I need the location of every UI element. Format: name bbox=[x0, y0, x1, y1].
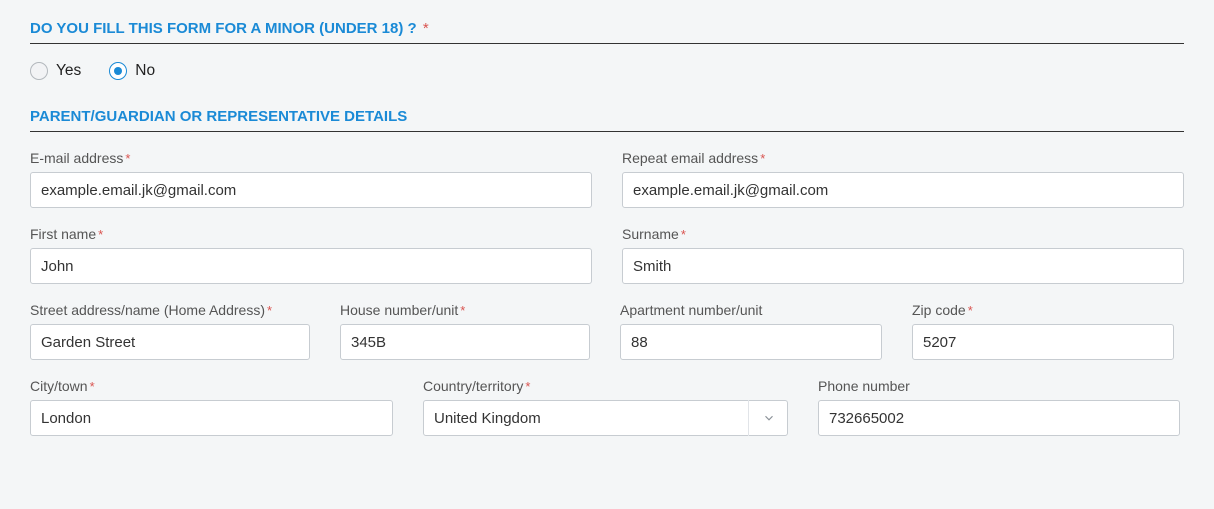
row-locale: City/town* Country/territory* United Kin… bbox=[30, 378, 1184, 436]
form-panel: DO YOU FILL THIS FORM FOR A MINOR (UNDER… bbox=[0, 0, 1214, 466]
select-country-wrap: United Kingdom bbox=[423, 400, 788, 436]
section-minor-header: DO YOU FILL THIS FORM FOR A MINOR (UNDER… bbox=[30, 20, 1184, 44]
required-mark: * bbox=[423, 20, 429, 37]
radio-no-circle bbox=[109, 62, 127, 80]
select-country[interactable]: United Kingdom bbox=[423, 400, 788, 436]
section-minor-title: DO YOU FILL THIS FORM FOR A MINOR (UNDER… bbox=[30, 20, 417, 37]
field-email: E-mail address* bbox=[30, 150, 592, 208]
field-email-repeat: Repeat email address* bbox=[622, 150, 1184, 208]
label-phone: Phone number bbox=[818, 378, 1180, 394]
input-city[interactable] bbox=[30, 400, 393, 436]
input-zip[interactable] bbox=[912, 324, 1174, 360]
field-apartment: Apartment number/unit bbox=[620, 302, 882, 360]
field-city: City/town* bbox=[30, 378, 393, 436]
label-city: City/town* bbox=[30, 378, 393, 394]
row-address: Street address/name (Home Address)* Hous… bbox=[30, 302, 1184, 360]
input-surname[interactable] bbox=[622, 248, 1184, 284]
field-zip: Zip code* bbox=[912, 302, 1174, 360]
field-street: Street address/name (Home Address)* bbox=[30, 302, 310, 360]
input-house[interactable] bbox=[340, 324, 590, 360]
label-country: Country/territory* bbox=[423, 378, 788, 394]
label-surname: Surname* bbox=[622, 226, 1184, 242]
input-street[interactable] bbox=[30, 324, 310, 360]
radio-yes[interactable]: Yes bbox=[30, 62, 81, 80]
label-first-name: First name* bbox=[30, 226, 592, 242]
form-grid: E-mail address* Repeat email address* Fi… bbox=[30, 150, 1184, 436]
radio-yes-label: Yes bbox=[56, 62, 81, 80]
row-email: E-mail address* Repeat email address* bbox=[30, 150, 1184, 208]
section-guardian-header: PARENT/GUARDIAN OR REPRESENTATIVE DETAIL… bbox=[30, 108, 1184, 132]
label-house: House number/unit* bbox=[340, 302, 590, 318]
field-house: House number/unit* bbox=[340, 302, 590, 360]
section-guardian-title: PARENT/GUARDIAN OR REPRESENTATIVE DETAIL… bbox=[30, 108, 407, 125]
label-zip: Zip code* bbox=[912, 302, 1174, 318]
field-first-name: First name* bbox=[30, 226, 592, 284]
label-email-repeat: Repeat email address* bbox=[622, 150, 1184, 166]
radio-yes-circle bbox=[30, 62, 48, 80]
input-apartment[interactable] bbox=[620, 324, 882, 360]
field-surname: Surname* bbox=[622, 226, 1184, 284]
radio-no-label: No bbox=[135, 62, 155, 80]
input-email-repeat[interactable] bbox=[622, 172, 1184, 208]
row-name: First name* Surname* bbox=[30, 226, 1184, 284]
input-phone[interactable] bbox=[818, 400, 1180, 436]
radio-no[interactable]: No bbox=[109, 62, 155, 80]
field-phone: Phone number bbox=[818, 378, 1180, 436]
label-street: Street address/name (Home Address)* bbox=[30, 302, 310, 318]
input-first-name[interactable] bbox=[30, 248, 592, 284]
input-email[interactable] bbox=[30, 172, 592, 208]
label-apartment: Apartment number/unit bbox=[620, 302, 882, 318]
label-email: E-mail address* bbox=[30, 150, 592, 166]
field-country: Country/territory* United Kingdom bbox=[423, 378, 788, 436]
minor-radio-group: Yes No bbox=[30, 62, 1184, 80]
